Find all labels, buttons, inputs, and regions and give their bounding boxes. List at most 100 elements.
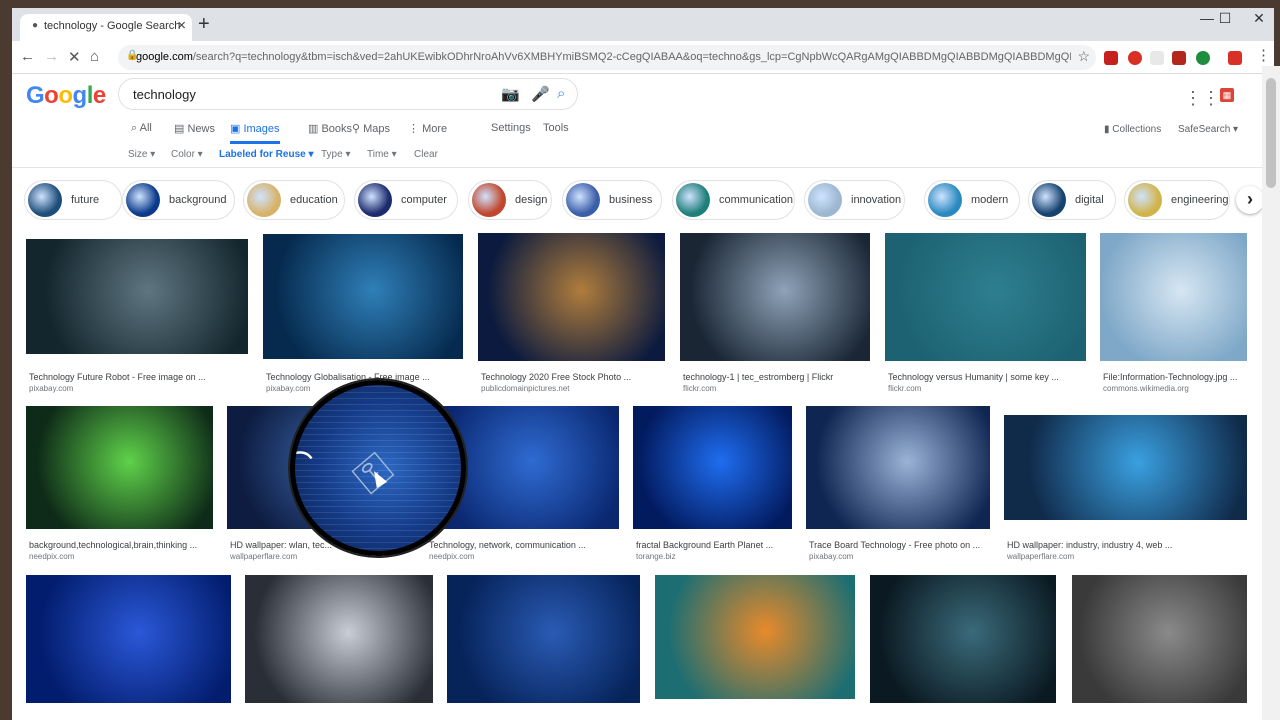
address-bar[interactable]: 🔒 google.com/search?q=technology&tbm=isc…	[118, 45, 1096, 70]
forward-icon[interactable]: →	[44, 48, 59, 65]
filter-time[interactable]: Time ▾	[367, 149, 397, 160]
chip-label: computer	[401, 194, 447, 206]
result-thumbnail[interactable]	[263, 234, 463, 359]
search-icon[interactable]: ⌕	[557, 85, 565, 102]
result-thumbnail[interactable]	[1100, 233, 1247, 361]
chip-thumbnail	[1032, 183, 1066, 217]
chip-label: digital	[1075, 194, 1104, 206]
close-window-icon[interactable]: ✕	[1244, 10, 1274, 27]
filter-labeled-for-reuse[interactable]: Labeled for Reuse ▾	[219, 149, 314, 160]
google-logo[interactable]: Google	[26, 82, 106, 110]
chip-label: innovation	[851, 194, 902, 206]
result-thumbnail[interactable]	[655, 575, 855, 699]
result-title[interactable]: HD wallpaper: industry, industry 4, web …	[1007, 540, 1250, 550]
apps-grid-icon[interactable]: ⋮⋮	[1184, 88, 1220, 109]
related-chip[interactable]: future	[24, 180, 122, 220]
result-title[interactable]: Technology 2020 Free Stock Photo ...	[481, 372, 671, 382]
result-title[interactable]: File:Information-Technology.jpg ...	[1103, 372, 1274, 382]
safesearch-dropdown[interactable]: SafeSearch ▾	[1178, 124, 1238, 135]
filter-color[interactable]: Color ▾	[171, 149, 203, 160]
related-chip[interactable]: design	[468, 180, 552, 220]
related-chip[interactable]: computer	[354, 180, 458, 220]
search-input[interactable]: technology	[133, 87, 196, 102]
chip-thumbnail	[28, 183, 62, 217]
bookmark-star-icon[interactable]: ☆	[1077, 48, 1090, 65]
related-chip[interactable]: communication	[672, 180, 795, 220]
result-title[interactable]: Trace Board Technology - Free photo on .…	[809, 540, 999, 550]
result-thumbnail[interactable]	[447, 575, 640, 703]
related-chip[interactable]: innovation	[804, 180, 905, 220]
tab-maps[interactable]: ⚲ Maps	[352, 122, 390, 144]
tab-all[interactable]: ⌕ All	[131, 122, 152, 144]
result-title[interactable]: Technology versus Humanity | some key ..…	[888, 372, 1089, 382]
new-tab-button[interactable]: +	[198, 13, 210, 36]
browser-tab[interactable]: ● technology - Google Search ×	[20, 14, 192, 41]
chevron-right-icon[interactable]: ›	[1236, 186, 1264, 214]
result-thumbnail[interactable]	[1004, 415, 1247, 520]
microphone-icon[interactable]: 🎤	[531, 85, 550, 103]
home-icon[interactable]: ⌂	[90, 48, 99, 65]
menu-kebab-icon[interactable]: ⋮	[1256, 46, 1271, 64]
account-icon[interactable]: ▦	[1220, 88, 1234, 102]
result-thumbnail[interactable]	[633, 406, 792, 529]
result-title[interactable]: fractal Background Earth Planet ...	[636, 540, 826, 550]
clear-filters-link[interactable]: Clear	[414, 149, 438, 160]
tab-images[interactable]: ▣ Images	[230, 122, 280, 144]
result-title[interactable]: background,technological,brain,thinking …	[29, 540, 219, 550]
result-thumbnail[interactable]	[478, 233, 665, 361]
filter-size[interactable]: Size ▾	[128, 149, 155, 160]
tab-books[interactable]: ▥ Books	[308, 122, 352, 144]
extension-icon[interactable]	[1104, 51, 1118, 65]
result-source: wallpaperflare.com	[230, 552, 298, 561]
pdf-extension-icon[interactable]	[1172, 51, 1186, 65]
back-icon[interactable]: ←	[20, 48, 35, 65]
scrollbar-thumb[interactable]	[1266, 78, 1276, 188]
result-thumbnail[interactable]	[26, 239, 248, 354]
result-thumbnail[interactable]	[885, 233, 1086, 361]
map-pin-icon: ⚲	[352, 123, 364, 135]
extension-icon[interactable]	[1150, 51, 1164, 65]
result-title[interactable]: Technology Future Robot - Free image on …	[29, 372, 251, 382]
logo-letter: e	[92, 82, 106, 109]
maximize-icon[interactable]: ☐	[1210, 10, 1240, 27]
tab-news[interactable]: ▤ News	[174, 122, 215, 144]
result-thumbnail[interactable]	[806, 406, 990, 529]
filter-type[interactable]: Type ▾	[321, 149, 350, 160]
chip-thumbnail	[676, 183, 710, 217]
opera-extension-icon[interactable]	[1128, 51, 1142, 65]
result-source: commons.wikimedia.org	[1103, 384, 1189, 393]
result-thumbnail[interactable]	[870, 575, 1056, 703]
stop-loading-icon[interactable]: ✕	[68, 48, 81, 66]
extension-icon[interactable]	[1196, 51, 1210, 65]
result-thumbnail[interactable]	[26, 575, 231, 703]
result-thumbnail[interactable]	[680, 233, 870, 361]
chip-label: modern	[971, 194, 1009, 206]
result-thumbnail[interactable]	[245, 575, 433, 703]
close-tab-icon[interactable]: ×	[177, 17, 186, 34]
result-thumbnail[interactable]	[26, 406, 213, 529]
result-thumbnail[interactable]	[1072, 575, 1247, 703]
tab-label: More	[422, 123, 448, 135]
calendar-extension-icon[interactable]	[1228, 51, 1242, 65]
favicon-icon: ●	[32, 20, 39, 31]
result-source: flickr.com	[888, 384, 922, 393]
tab-more[interactable]: ⋮ More	[408, 122, 447, 144]
chip-label: future	[71, 194, 100, 206]
search-box[interactable]: technology 📷 🎤 ⌕	[118, 78, 578, 110]
scrollbar[interactable]	[1262, 66, 1280, 720]
related-chip[interactable]: background	[122, 180, 235, 220]
collections-link[interactable]: ▮ Collections	[1104, 124, 1161, 135]
chip-thumbnail	[126, 183, 160, 217]
related-chip[interactable]: business	[562, 180, 662, 220]
result-title[interactable]: technology-1 | tec_estromberg | Flickr	[683, 372, 873, 382]
settings-link[interactable]: Settings	[491, 122, 531, 144]
more-dots-icon: ⋮	[408, 123, 423, 135]
chip-label: background	[169, 194, 227, 206]
related-chip[interactable]: digital	[1028, 180, 1116, 220]
related-chip[interactable]: modern	[924, 180, 1020, 220]
related-chip[interactable]: engineering	[1124, 180, 1230, 220]
result-source: flickr.com	[683, 384, 717, 393]
related-chip[interactable]: education	[243, 180, 345, 220]
camera-icon[interactable]: 📷	[501, 85, 520, 103]
tools-link[interactable]: Tools	[543, 122, 569, 144]
